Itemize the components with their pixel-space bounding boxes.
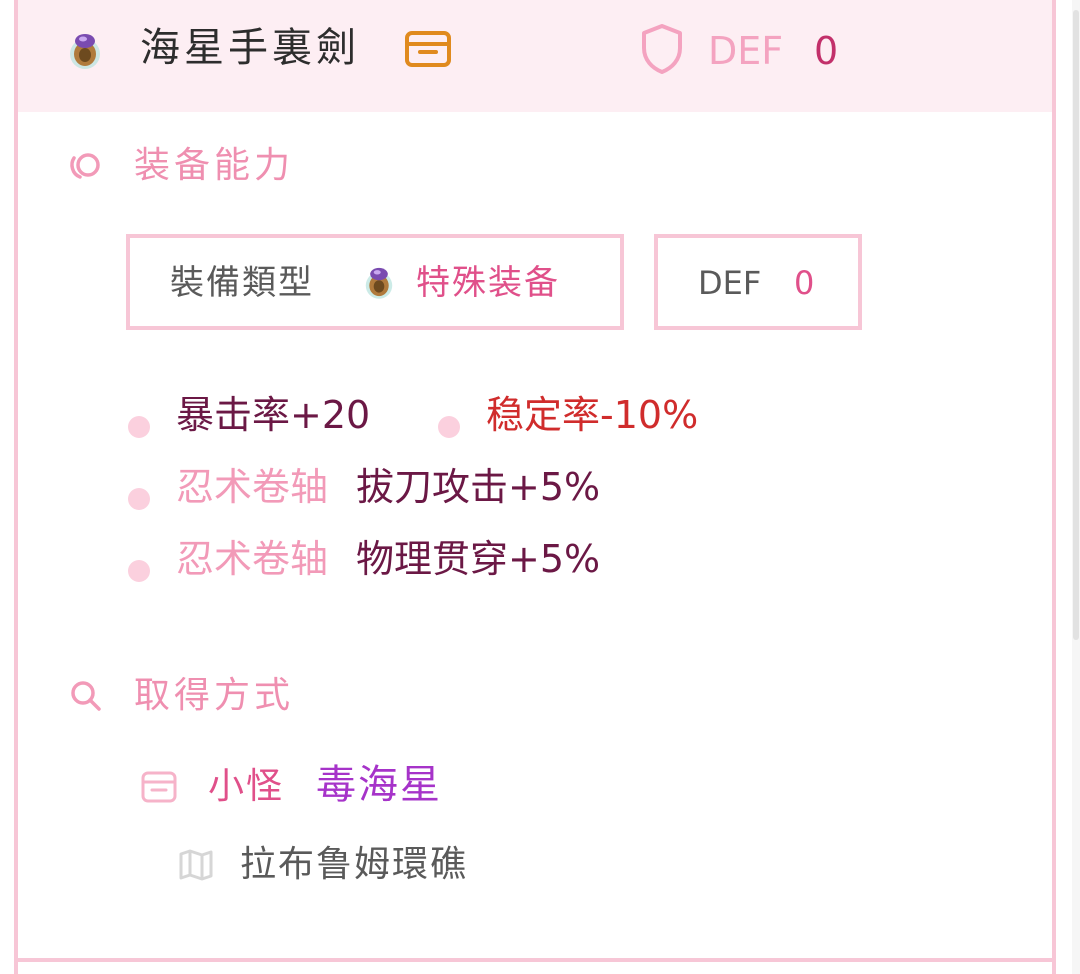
item-name: 海星手裏劍: [140, 25, 360, 71]
stat-crit-rate: 暴击率+20: [176, 393, 371, 437]
scroll-effect-pierce: 物理贯穿+5%: [356, 537, 601, 581]
equip-type-value: 特殊装备: [416, 263, 560, 303]
search-icon: [71, 681, 101, 711]
monster-link[interactable]: 毒海星: [316, 762, 442, 808]
scroll-effect-draw-attack: 拔刀攻击+5%: [356, 465, 601, 509]
ring-icon: [70, 34, 100, 69]
location-link[interactable]: 拉布鲁姆環礁: [240, 842, 468, 888]
bullet: [438, 416, 460, 438]
def-box-value: 0: [794, 264, 815, 302]
stat-stability: 稳定率-10%: [486, 393, 699, 437]
scroll-label: 忍术卷轴: [176, 465, 329, 509]
abilities-section-title: 装备能力: [134, 145, 295, 186]
scroll-label: 忍术卷轴: [176, 537, 329, 581]
card-icon: [405, 31, 451, 67]
swirl-icon: [70, 153, 100, 179]
bullet: [128, 560, 150, 582]
card-divider: [18, 958, 1056, 962]
source-type: 小怪: [208, 766, 285, 807]
bullet: [128, 488, 150, 510]
def-box-label: DEF: [698, 264, 762, 302]
def-value: 0: [814, 29, 839, 73]
map-icon: [179, 849, 213, 881]
equip-type-label: 裝備類型: [170, 263, 314, 303]
scrollbar-thumb[interactable]: [1073, 10, 1079, 640]
card-icon: [141, 771, 177, 803]
acquire-section-title: 取得方式: [134, 675, 295, 716]
shield-icon: [642, 24, 682, 74]
scrollbar[interactable]: [1072, 0, 1080, 974]
def-label: DEF: [708, 29, 784, 73]
bullet: [128, 416, 150, 438]
ring-icon: [365, 267, 393, 299]
